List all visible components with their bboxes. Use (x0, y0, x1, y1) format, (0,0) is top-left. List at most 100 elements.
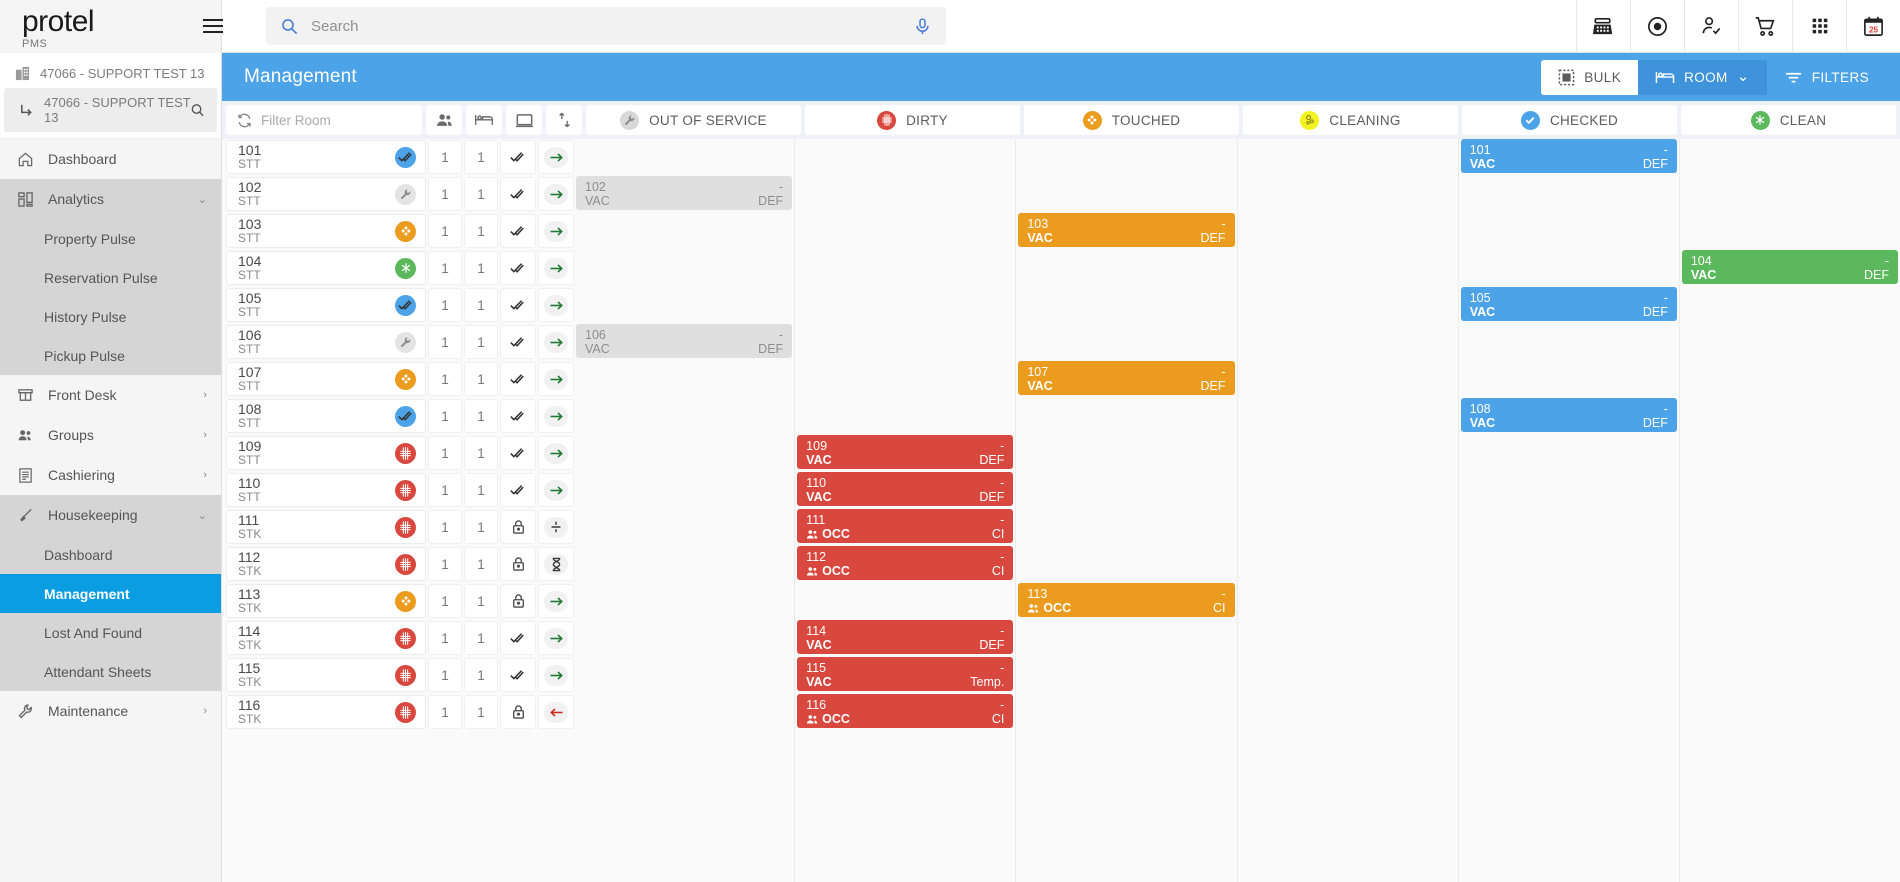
action-cell-secondary[interactable] (538, 214, 574, 248)
action-cell-primary[interactable] (500, 325, 536, 359)
status-badge[interactable] (395, 443, 416, 464)
room-cell[interactable]: 107STT (226, 362, 426, 396)
status-badge[interactable] (395, 628, 416, 649)
action-cell-primary[interactable] (500, 547, 536, 581)
room-cell[interactable]: 115STK (226, 658, 426, 692)
room-filter-cell[interactable] (226, 105, 422, 135)
action-cell-secondary[interactable] (538, 140, 574, 174)
room-status-card[interactable]: 103-VACDEF (1018, 213, 1234, 247)
person-check-icon[interactable] (1684, 0, 1738, 53)
action-cell-primary[interactable] (500, 695, 536, 729)
room-cell[interactable]: 109STT (226, 436, 426, 470)
status-badge[interactable] (395, 258, 416, 279)
room-cell[interactable]: 113STK (226, 584, 426, 618)
room-status-card[interactable]: 111-OCCCI (797, 509, 1013, 543)
room-status-card[interactable]: 105-VACDEF (1461, 287, 1677, 321)
action-cell-primary[interactable] (500, 510, 536, 544)
status-badge[interactable] (395, 702, 416, 723)
status-badge[interactable] (395, 295, 416, 316)
room-status-card[interactable]: 109-VACDEF (797, 435, 1013, 469)
sidebar-item-management[interactable]: Management (0, 574, 221, 613)
action-cell-secondary[interactable] (538, 288, 574, 322)
room-cell[interactable]: 102STT (226, 177, 426, 211)
apps-grid-icon[interactable] (1792, 0, 1846, 53)
action-cell-secondary[interactable] (538, 473, 574, 507)
action-cell-secondary[interactable] (538, 547, 574, 581)
room-filter-input[interactable] (261, 113, 414, 128)
action-cell-primary[interactable] (500, 140, 536, 174)
filters-button[interactable]: FILTERS (1767, 60, 1886, 95)
property-search-icon[interactable] (190, 103, 205, 118)
action-cell-primary[interactable] (500, 584, 536, 618)
room-status-card[interactable]: 116-OCCCI (797, 694, 1013, 728)
room-cell[interactable]: 103STT (226, 214, 426, 248)
room-status-card[interactable]: 106-VACDEF (576, 324, 792, 358)
sidebar-item-analytics[interactable]: Analytics ⌄ (0, 179, 221, 219)
sidebar-item-lost-and-found[interactable]: Lost And Found (0, 613, 221, 652)
microphone-icon[interactable] (913, 17, 932, 36)
room-status-card[interactable]: 114-VACDEF (797, 620, 1013, 654)
sidebar-item-reservation-pulse[interactable]: Reservation Pulse (0, 258, 221, 297)
room-status-card[interactable]: 112-OCCCI (797, 546, 1013, 580)
action-cell-secondary[interactable] (538, 584, 574, 618)
status-badge[interactable] (395, 665, 416, 686)
room-status-card[interactable]: 104-VACDEF (1682, 250, 1898, 284)
shopping-cart-icon[interactable] (1738, 0, 1792, 53)
action-cell-primary[interactable] (500, 251, 536, 285)
property-selected-row[interactable]: 47066 - SUPPORT TEST 13 (4, 88, 217, 132)
guests-column-header[interactable] (426, 105, 462, 135)
action-cell-primary[interactable] (500, 473, 536, 507)
sidebar-item-cashiering[interactable]: Cashiering › (0, 455, 221, 495)
status-badge[interactable] (395, 406, 416, 427)
action-cell-secondary[interactable] (538, 436, 574, 470)
action-cell-secondary[interactable] (538, 251, 574, 285)
room-cell[interactable]: 112STK (226, 547, 426, 581)
room-status-card[interactable]: 115-VACTemp. (797, 657, 1013, 691)
sidebar-item-property-pulse[interactable]: Property Pulse (0, 219, 221, 258)
room-status-card[interactable]: 101-VACDEF (1461, 139, 1677, 173)
status-badge[interactable] (395, 480, 416, 501)
action-cell-primary[interactable] (500, 214, 536, 248)
action-cell-secondary[interactable] (538, 695, 574, 729)
action-cell-primary[interactable] (500, 177, 536, 211)
status-column-header-touched[interactable]: TOUCHED (1024, 105, 1239, 135)
status-column-header-checked[interactable]: CHECKED (1462, 105, 1677, 135)
action-cell-primary[interactable] (500, 362, 536, 396)
action-cell-primary[interactable] (500, 621, 536, 655)
sidebar-item-hk-dashboard[interactable]: Dashboard (0, 535, 221, 574)
room-cell[interactable]: 111STK (226, 510, 426, 544)
record-circle-icon[interactable] (1630, 0, 1684, 53)
room-cell[interactable]: 106STT (226, 325, 426, 359)
action-cell-secondary[interactable] (538, 177, 574, 211)
monitor-column-header[interactable] (506, 105, 542, 135)
room-status-card[interactable]: 113-OCCCI (1018, 583, 1234, 617)
action-cell-primary[interactable] (500, 436, 536, 470)
sidebar-item-attendant-sheets[interactable]: Attendant Sheets (0, 652, 221, 691)
beds-column-header[interactable] (466, 105, 502, 135)
room-cell[interactable]: 108STT (226, 399, 426, 433)
action-cell-primary[interactable] (500, 288, 536, 322)
search-box[interactable] (266, 7, 946, 45)
room-status-card[interactable]: 108-VACDEF (1461, 398, 1677, 432)
action-cell-secondary[interactable] (538, 621, 574, 655)
action-cell-primary[interactable] (500, 658, 536, 692)
room-status-card[interactable]: 110-VACDEF (797, 472, 1013, 506)
cash-register-icon[interactable] (1576, 0, 1630, 53)
action-cell-secondary[interactable] (538, 325, 574, 359)
status-column-header-dirty[interactable]: DIRTY (805, 105, 1020, 135)
room-cell[interactable]: 105STT (226, 288, 426, 322)
room-status-card[interactable]: 107-VACDEF (1018, 361, 1234, 395)
room-cell[interactable]: 114STK (226, 621, 426, 655)
search-input[interactable] (311, 18, 901, 35)
sidebar-item-groups[interactable]: Groups › (0, 415, 221, 455)
sidebar-item-dashboard[interactable]: Dashboard (0, 139, 221, 179)
status-badge[interactable] (395, 554, 416, 575)
refresh-icon[interactable] (236, 112, 253, 129)
room-cell[interactable]: 116STK (226, 695, 426, 729)
status-badge[interactable] (395, 369, 416, 390)
sort-column-header[interactable] (546, 105, 582, 135)
bulk-button[interactable]: BULK (1541, 60, 1638, 95)
property-main-row[interactable]: 47066 - SUPPORT TEST 13 (0, 58, 221, 88)
action-cell-secondary[interactable] (538, 658, 574, 692)
status-badge[interactable] (395, 332, 416, 353)
